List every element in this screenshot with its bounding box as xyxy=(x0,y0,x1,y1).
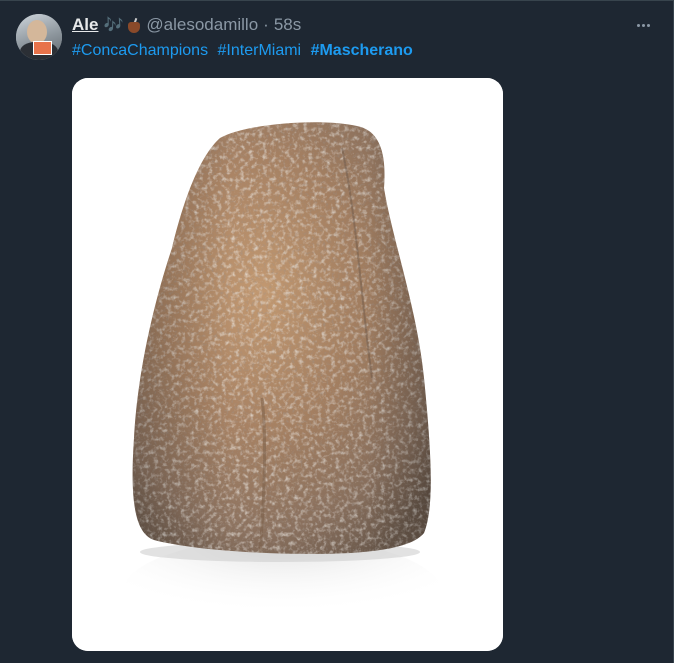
tweet-media-image[interactable] xyxy=(72,78,503,651)
tweet-header: Ale 🎶 @alesodamillo · 58s xyxy=(72,14,301,36)
timestamp[interactable]: 58s xyxy=(274,15,301,35)
separator-dot: · xyxy=(263,15,269,34)
author-handle[interactable]: @alesodamillo xyxy=(146,15,258,35)
mate-icon xyxy=(128,17,141,33)
tweet[interactable]: Ale 🎶 @alesodamillo · 58s #ConcaChampion… xyxy=(0,0,674,663)
avatar[interactable] xyxy=(16,14,62,60)
music-notes-icon: 🎶 xyxy=(103,17,124,34)
hashtag-link[interactable]: #ConcaChampions xyxy=(72,42,208,59)
rock-photo xyxy=(72,78,503,651)
hashtag-link[interactable]: #InterMiami xyxy=(218,42,302,59)
hashtag-link[interactable]: #Mascherano xyxy=(311,42,413,59)
tweet-text: #ConcaChampions #InterMiami #Mascherano xyxy=(72,42,413,60)
more-options-icon[interactable] xyxy=(632,14,654,36)
author-name[interactable]: Ale xyxy=(72,15,98,35)
